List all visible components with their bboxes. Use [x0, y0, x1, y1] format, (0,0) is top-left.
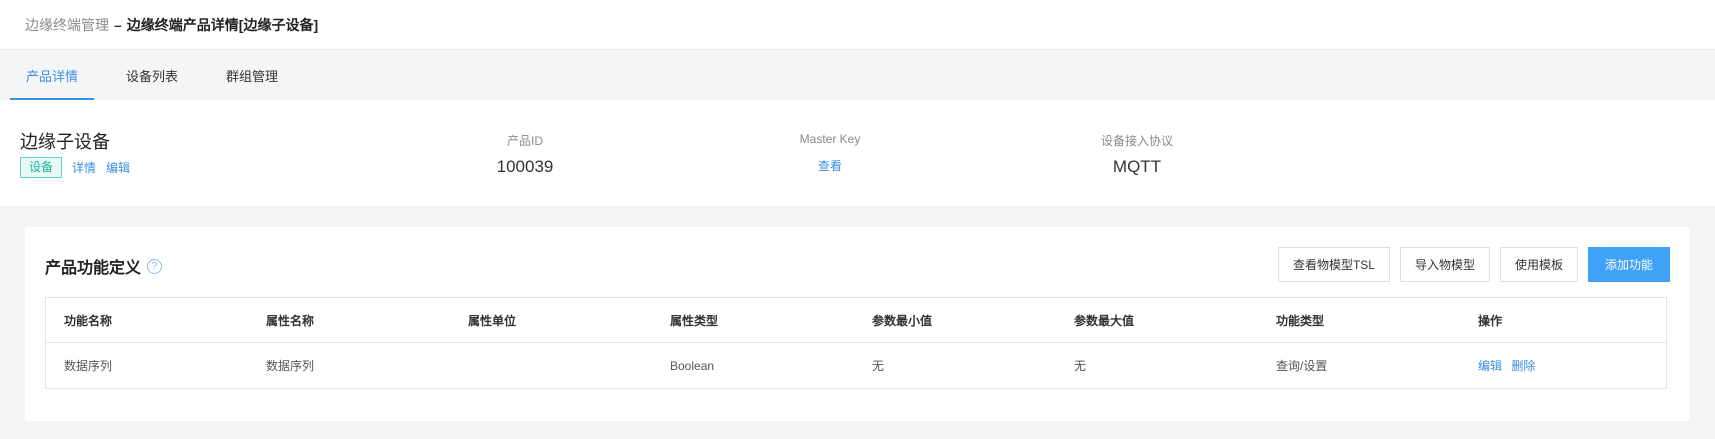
product-id-label: 产品ID: [506, 134, 543, 148]
tab-bar: 产品详情 设备列表 群组管理: [0, 50, 1715, 100]
protocol-value: MQTT: [1112, 157, 1162, 176]
function-table: 功能名称 属性名称 属性单位 属性类型 参数最小值 参数最大值 功能类型 操作 …: [45, 297, 1667, 389]
master-key-block: Master Key 查看: [770, 132, 890, 174]
tab-group-management[interactable]: 群组管理: [210, 50, 294, 100]
cell-max-value: 无: [1074, 359, 1087, 373]
breadcrumb-current: 边缘终端产品详情[边缘子设备]: [126, 16, 319, 33]
cell-property-name: 数据序列: [266, 359, 315, 373]
breadcrumb-parent-link[interactable]: 边缘终端管理: [25, 15, 109, 35]
row-delete-link[interactable]: 删除: [1511, 359, 1535, 373]
product-info-panel: 边缘子设备 设备 详情 编辑 产品ID 100039 Master Key 查看…: [0, 100, 1715, 206]
question-circle-icon[interactable]: ?: [147, 258, 163, 274]
column-header-property-name: 属性名称: [266, 313, 315, 328]
table-row: 数据序列 数据序列 Boolean 无 无 查询/设置 编辑 删除: [46, 343, 1666, 388]
import-model-button[interactable]: 导入物模型: [1399, 247, 1490, 282]
column-header-actions: 操作: [1478, 313, 1503, 328]
product-name: 边缘子设备: [20, 132, 110, 152]
view-tsl-button[interactable]: 查看物模型TSL: [1277, 247, 1390, 282]
add-function-button[interactable]: 添加功能: [1587, 247, 1670, 282]
use-template-button[interactable]: 使用模板: [1499, 247, 1578, 282]
product-id-value: 100039: [496, 157, 554, 176]
column-header-max-value: 参数最大值: [1074, 313, 1135, 328]
product-actions: 设备 详情 编辑: [20, 157, 140, 178]
function-definition-title-text: 产品功能定义: [45, 260, 142, 277]
protocol-block: 设备接入协议 MQTT: [1087, 132, 1187, 177]
cell-function-type: 查询/设置: [1276, 359, 1328, 373]
master-key-label: Master Key: [799, 132, 861, 146]
column-header-property-type: 属性类型: [670, 313, 719, 328]
column-header-function-name: 功能名称: [64, 313, 113, 328]
row-edit-link[interactable]: 编辑: [1478, 359, 1502, 373]
tab-product-detail[interactable]: 产品详情: [10, 50, 95, 100]
column-header-property-unit: 属性单位: [468, 313, 517, 328]
cell-actions: 编辑 删除: [1460, 357, 1662, 374]
table-header-row: 功能名称 属性名称 属性单位 属性类型 参数最小值 参数最大值 功能类型 操作: [46, 298, 1666, 343]
column-header-function-type: 功能类型: [1276, 313, 1325, 328]
cell-property-type: Boolean: [670, 358, 715, 373]
function-toolbar: 查看物模型TSL 导入物模型 使用模板 添加功能: [1268, 247, 1670, 282]
tab-device-list[interactable]: 设备列表: [110, 50, 194, 100]
cell-function-name: 数据序列: [64, 359, 113, 373]
product-detail-link[interactable]: 详情: [72, 159, 96, 176]
product-id-block: 产品ID 100039: [470, 132, 580, 177]
function-definition-card: 产品功能定义 ? 查看物模型TSL 导入物模型 使用模板 添加功能 功能名称 属…: [25, 227, 1690, 421]
cell-min-value: 无: [872, 359, 885, 373]
master-key-view-link[interactable]: 查看: [770, 157, 890, 174]
protocol-label: 设备接入协议: [1100, 134, 1173, 148]
function-definition-title: 产品功能定义 ?: [45, 254, 163, 278]
product-edit-link[interactable]: 编辑: [106, 159, 130, 176]
breadcrumb-separator: –: [114, 16, 122, 33]
column-header-min-value: 参数最小值: [872, 313, 933, 328]
breadcrumb: 边缘终端管理 – 边缘终端产品详情[边缘子设备]: [0, 0, 1715, 50]
product-type-badge: 设备: [20, 157, 63, 178]
